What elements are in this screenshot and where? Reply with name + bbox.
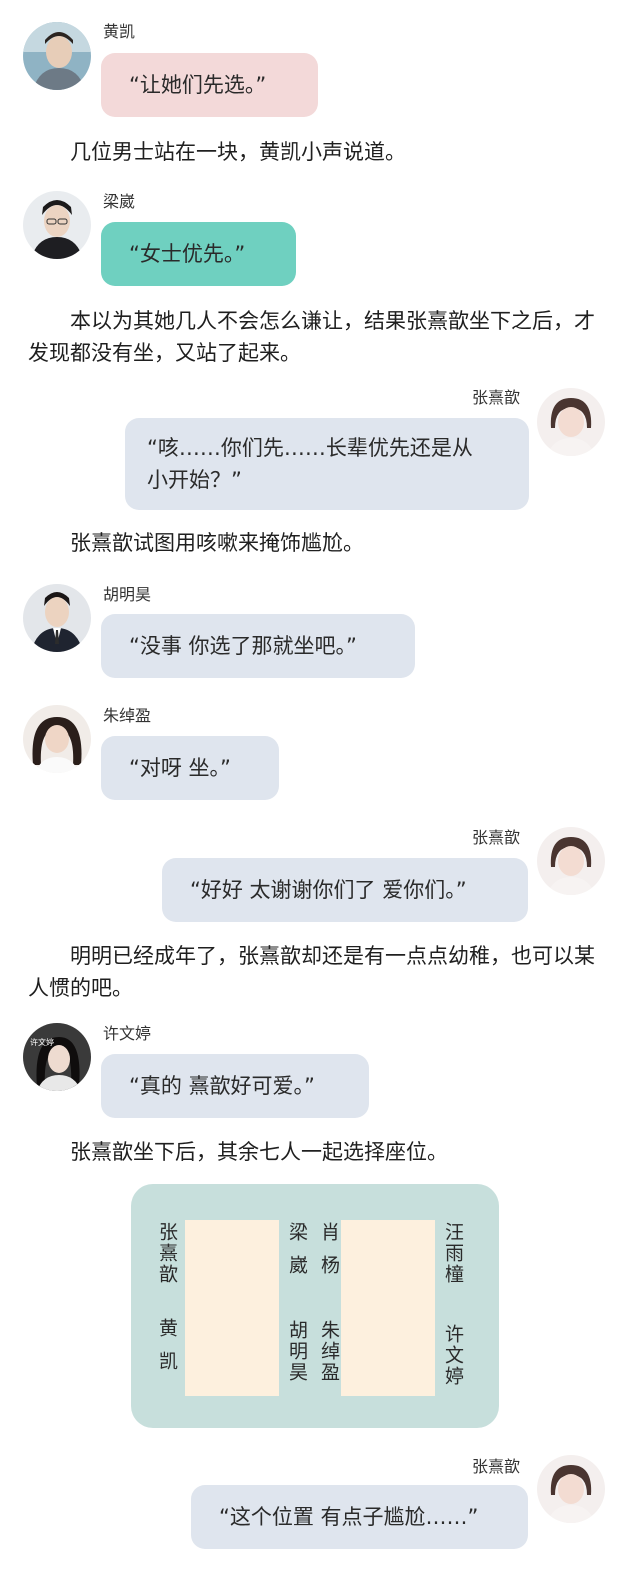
right-table	[341, 1220, 435, 1396]
seat-label: 黄凯	[156, 1318, 178, 1384]
message-text: “真的 熹歆好可爱。”	[129, 1074, 315, 1098]
speaker-name: 张熹歆	[472, 1457, 521, 1476]
speaker-name: 许文婷	[103, 1024, 152, 1043]
speaker-name: 张熹歆	[472, 388, 521, 407]
narration-text: 本以为其她几人不会怎么谦让，结果张熹歆坐下之后，才发现都没有坐，又站了起来。	[28, 309, 595, 365]
narration-text: 几位男士站在一块，黄凯小声说道。	[70, 140, 406, 164]
avatar-liang-wei[interactable]	[23, 191, 91, 259]
chat-bubble: “这个位置 有点子尴尬……”	[191, 1485, 528, 1549]
message-text: “女士优先。”	[129, 242, 246, 266]
message-text: “好好 太谢谢你们了 爱你们。”	[190, 878, 467, 902]
chat-bubble: “没事 你选了那就坐吧。”	[101, 614, 415, 678]
speaker-name: 梁崴	[103, 192, 136, 211]
avatar-xu-wenting[interactable]: 许文婷	[23, 1023, 91, 1091]
narration-text: 张熹歆坐下后，其余七人一起选择座位。	[70, 1140, 448, 1164]
message-text-line: 小开始？”	[147, 468, 242, 492]
seat-label: 张熹歆	[156, 1222, 178, 1285]
chat-bubble: “对呀 坐。”	[101, 736, 279, 800]
seat-label: 汪雨橦	[442, 1222, 464, 1285]
message-text-line: “咳……你们先……长辈优先还是从	[147, 436, 473, 460]
speaker-name: 黄凯	[103, 22, 136, 41]
message-text: “让她们先选。”	[129, 73, 267, 97]
avatar-watermark: 许文婷	[30, 1037, 54, 1047]
avatar-zhang-xixin[interactable]	[537, 827, 605, 895]
avatar-huang-kai[interactable]	[23, 22, 91, 90]
seat-label: 朱绰盈	[318, 1320, 340, 1383]
message-text: “对呀 坐。”	[129, 756, 231, 780]
speaker-name: 朱绰盈	[103, 706, 152, 725]
seating-diagram: 张熹歆 黄凯 梁崴 胡明昊 肖杨 朱绰盈 汪雨橦 许文婷	[131, 1184, 499, 1428]
narration-text: 张熹歆试图用咳嗽来掩饰尴尬。	[70, 531, 364, 555]
avatar-zhang-xixin[interactable]	[537, 388, 605, 456]
seat-label: 胡明昊	[286, 1320, 308, 1383]
speaker-name: 张熹歆	[472, 828, 521, 847]
chat-bubble: “咳……你们先……长辈优先还是从 小开始？”	[125, 418, 529, 510]
avatar-zhu-chuoying[interactable]	[23, 705, 91, 773]
message-text: “没事 你选了那就坐吧。”	[129, 634, 357, 658]
seat-label: 肖杨	[318, 1222, 340, 1288]
chat-bubble: “女士优先。”	[101, 222, 296, 286]
message-text: “这个位置 有点子尴尬……”	[219, 1505, 479, 1529]
seat-label: 梁崴	[286, 1222, 308, 1288]
chat-bubble: “真的 熹歆好可爱。”	[101, 1054, 369, 1118]
chat-bubble: “好好 太谢谢你们了 爱你们。”	[162, 858, 528, 922]
chat-bubble: “让她们先选。”	[101, 53, 318, 117]
avatar-zhang-xixin[interactable]	[537, 1455, 605, 1523]
speaker-name: 胡明昊	[103, 585, 152, 604]
seat-label: 许文婷	[442, 1324, 464, 1387]
narration-text: 明明已经成年了，张熹歆却还是有一点点幼稚，也可以某人惯的吧。	[28, 944, 595, 1000]
left-table	[185, 1220, 279, 1396]
avatar-hu-minghao[interactable]	[23, 584, 91, 652]
